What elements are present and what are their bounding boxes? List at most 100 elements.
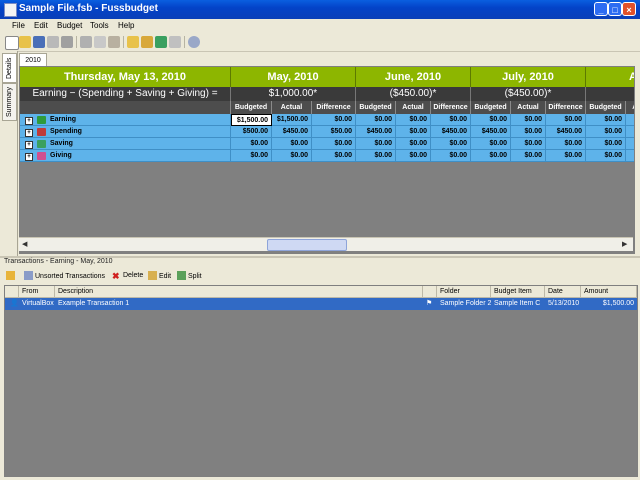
lock-button[interactable]	[6, 271, 17, 282]
tab-details[interactable]: Details	[2, 53, 17, 83]
budget-cell[interactable]: $0.00	[356, 150, 396, 162]
expand-icon[interactable]: +	[25, 141, 33, 149]
minimize-button[interactable]: _	[594, 2, 608, 16]
column-header-description[interactable]: Description	[55, 286, 423, 298]
budget-cell[interactable]: $450.00	[356, 126, 396, 138]
horizontal-scrollbar[interactable]: ◀ ▶	[19, 237, 633, 251]
budget-cell[interactable]: $450.00	[546, 126, 586, 138]
column-header-difference[interactable]: Difference	[312, 101, 356, 114]
budget-cell[interactable]: $0.00	[431, 150, 471, 162]
budget-cell[interactable]: $0.00	[511, 114, 546, 126]
budget-cell[interactable]: $0.00	[431, 114, 471, 126]
column-header-difference[interactable]: Difference	[546, 101, 586, 114]
budget-cell[interactable]: $1,500.00	[231, 114, 272, 126]
properties-icon[interactable]	[169, 36, 181, 48]
budget-row-spending[interactable]: + Spending	[20, 126, 231, 138]
new-budget-item-icon[interactable]	[141, 36, 153, 48]
budget-cell[interactable]: $0.00	[396, 114, 431, 126]
open-folder-icon[interactable]	[19, 36, 31, 48]
title-bar[interactable]: Sample File.fsb - Fussbudget _ □ ×	[0, 0, 640, 19]
budget-cell[interactable]: $1,500.00	[272, 114, 312, 126]
maximize-button[interactable]: □	[608, 2, 622, 16]
budget-cell[interactable]: $0.00	[546, 150, 586, 162]
budget-cell[interactable]: $0.00	[511, 138, 546, 150]
budget-cell[interactable]: $0.00	[546, 138, 586, 150]
column-header-amount[interactable]: Amount	[581, 286, 637, 298]
budget-cell[interactable]: $0.00	[356, 114, 396, 126]
help-icon[interactable]	[188, 36, 200, 48]
budget-cell[interactable]: $500.00	[231, 126, 272, 138]
column-header-from[interactable]: From	[19, 286, 55, 298]
budget-cell[interactable]: $0.00	[396, 138, 431, 150]
table-row[interactable]: 👤 VirtualBox Example Transaction 1 ⚑ Sam…	[5, 298, 637, 310]
tab-year[interactable]: 2010	[19, 53, 47, 67]
budget-cell[interactable]: $450.00	[431, 126, 471, 138]
budget-cell[interactable]: $0.00	[471, 114, 511, 126]
budget-cell[interactable]: $0.00	[586, 150, 626, 162]
budget-cell[interactable]: $0.00	[356, 138, 396, 150]
new-transaction-icon[interactable]	[155, 36, 167, 48]
new-folder-icon[interactable]	[127, 36, 139, 48]
budget-cell[interactable]: $0.00	[431, 138, 471, 150]
budget-cell[interactable]: $0.00	[626, 138, 634, 150]
transactions-list[interactable]: From Description Folder Budget Item Date…	[4, 285, 638, 477]
column-header-difference[interactable]: Difference	[431, 101, 471, 114]
budget-cell[interactable]: $0.00	[231, 150, 272, 162]
column-header-folder[interactable]: Folder	[437, 286, 491, 298]
budget-cell[interactable]: $0.00	[312, 114, 356, 126]
expand-icon[interactable]: +	[25, 117, 33, 125]
paste-icon[interactable]	[108, 36, 120, 48]
tab-summary[interactable]: Summary	[2, 83, 17, 121]
budget-cell[interactable]: $0.00	[626, 126, 634, 138]
budget-cell[interactable]: $50.00	[312, 126, 356, 138]
budget-cell[interactable]: $0.00	[471, 150, 511, 162]
column-header-status[interactable]	[5, 286, 19, 298]
budget-cell[interactable]: $0.00	[546, 114, 586, 126]
budget-cell[interactable]: $0.00	[312, 150, 356, 162]
budget-cell[interactable]: $0.00	[511, 150, 546, 162]
budget-cell[interactable]: $0.00	[626, 150, 634, 162]
column-header-date[interactable]: Date	[545, 286, 581, 298]
split-button[interactable]: Split	[177, 271, 202, 282]
menu-edit[interactable]: Edit	[34, 21, 48, 30]
budget-cell[interactable]: $0.00	[272, 150, 312, 162]
column-header-budgeted[interactable]: Budgeted	[471, 101, 511, 114]
print-icon[interactable]	[61, 36, 73, 48]
edit-button[interactable]: Edit	[148, 271, 171, 282]
budget-row-earning[interactable]: + Earning	[20, 114, 231, 126]
menu-tools[interactable]: Tools	[90, 21, 109, 30]
delete-button[interactable]: ✖ Delete	[112, 271, 143, 281]
menu-file[interactable]: File	[12, 21, 25, 30]
scroll-left-icon[interactable]: ◀	[22, 240, 27, 248]
budget-cell[interactable]: $450.00	[471, 126, 511, 138]
budget-cell[interactable]: $0.00	[626, 114, 634, 126]
budget-cell[interactable]: $0.00	[471, 138, 511, 150]
close-button[interactable]: ×	[622, 2, 636, 16]
budget-cell[interactable]: $0.00	[511, 126, 546, 138]
column-header-budgeted[interactable]: Budgeted	[231, 101, 272, 114]
budget-cell[interactable]: $0.00	[586, 114, 626, 126]
budget-cell[interactable]: $0.00	[396, 126, 431, 138]
column-header-budget-item[interactable]: Budget Item	[491, 286, 545, 298]
budget-cell[interactable]: $0.00	[396, 150, 431, 162]
budget-row-giving[interactable]: + Giving	[20, 150, 231, 162]
column-header-budgeted[interactable]: Budgeted	[586, 101, 626, 114]
copy-icon[interactable]	[94, 36, 106, 48]
budget-cell[interactable]: $0.00	[586, 138, 626, 150]
scroll-right-icon[interactable]: ▶	[622, 240, 627, 248]
budget-cell[interactable]: $0.00	[231, 138, 272, 150]
budget-cell[interactable]: $0.00	[272, 138, 312, 150]
budget-grid[interactable]: Thursday, May 13, 2010 Earning − (Spendi…	[19, 66, 635, 254]
new-file-icon[interactable]	[5, 36, 19, 50]
cut-icon[interactable]	[80, 36, 92, 48]
column-header-actual[interactable]: Actual	[511, 101, 546, 114]
scroll-thumb[interactable]	[267, 239, 347, 251]
budget-cell[interactable]: $450.00	[272, 126, 312, 138]
unsorted-transactions-button[interactable]: Unsorted Transactions	[24, 271, 105, 282]
save-icon[interactable]	[33, 36, 45, 48]
column-header-actual[interactable]: Actual	[396, 101, 431, 114]
print-preview-icon[interactable]	[47, 36, 59, 48]
column-header-actual[interactable]: Actual	[272, 101, 312, 114]
expand-icon[interactable]: +	[25, 153, 33, 161]
expand-icon[interactable]: +	[25, 129, 33, 137]
